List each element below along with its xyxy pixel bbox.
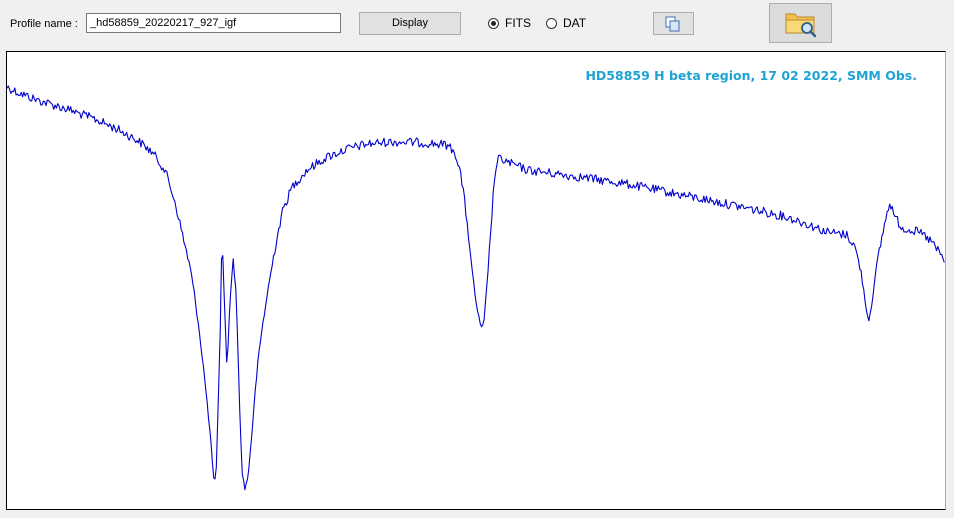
copy-button[interactable]	[653, 12, 694, 35]
radio-dat-dot[interactable]	[546, 17, 557, 29]
radio-dat[interactable]: DAT	[546, 16, 586, 30]
open-folder-button[interactable]	[769, 3, 832, 43]
profile-name-label: Profile name :	[10, 18, 78, 30]
copy-pages-icon	[665, 16, 680, 32]
radio-fits[interactable]: FITS	[488, 16, 531, 30]
toolbar: Profile name : Display FITS DAT	[0, 0, 954, 48]
spectrum-line	[7, 85, 945, 491]
radio-fits-dot[interactable]	[488, 17, 499, 29]
plot-title: HD58859 H beta region, 17 02 2022, SMM O…	[585, 68, 917, 83]
spectrum-plot	[7, 85, 945, 491]
radio-fits-label: FITS	[505, 16, 531, 30]
folder-search-icon	[785, 13, 817, 38]
spectrum-plot-panel: HD58859 H beta region, 17 02 2022, SMM O…	[6, 51, 946, 510]
profile-name-input[interactable]	[86, 13, 341, 33]
radio-dat-label: DAT	[563, 16, 587, 30]
display-button[interactable]: Display	[359, 12, 461, 35]
